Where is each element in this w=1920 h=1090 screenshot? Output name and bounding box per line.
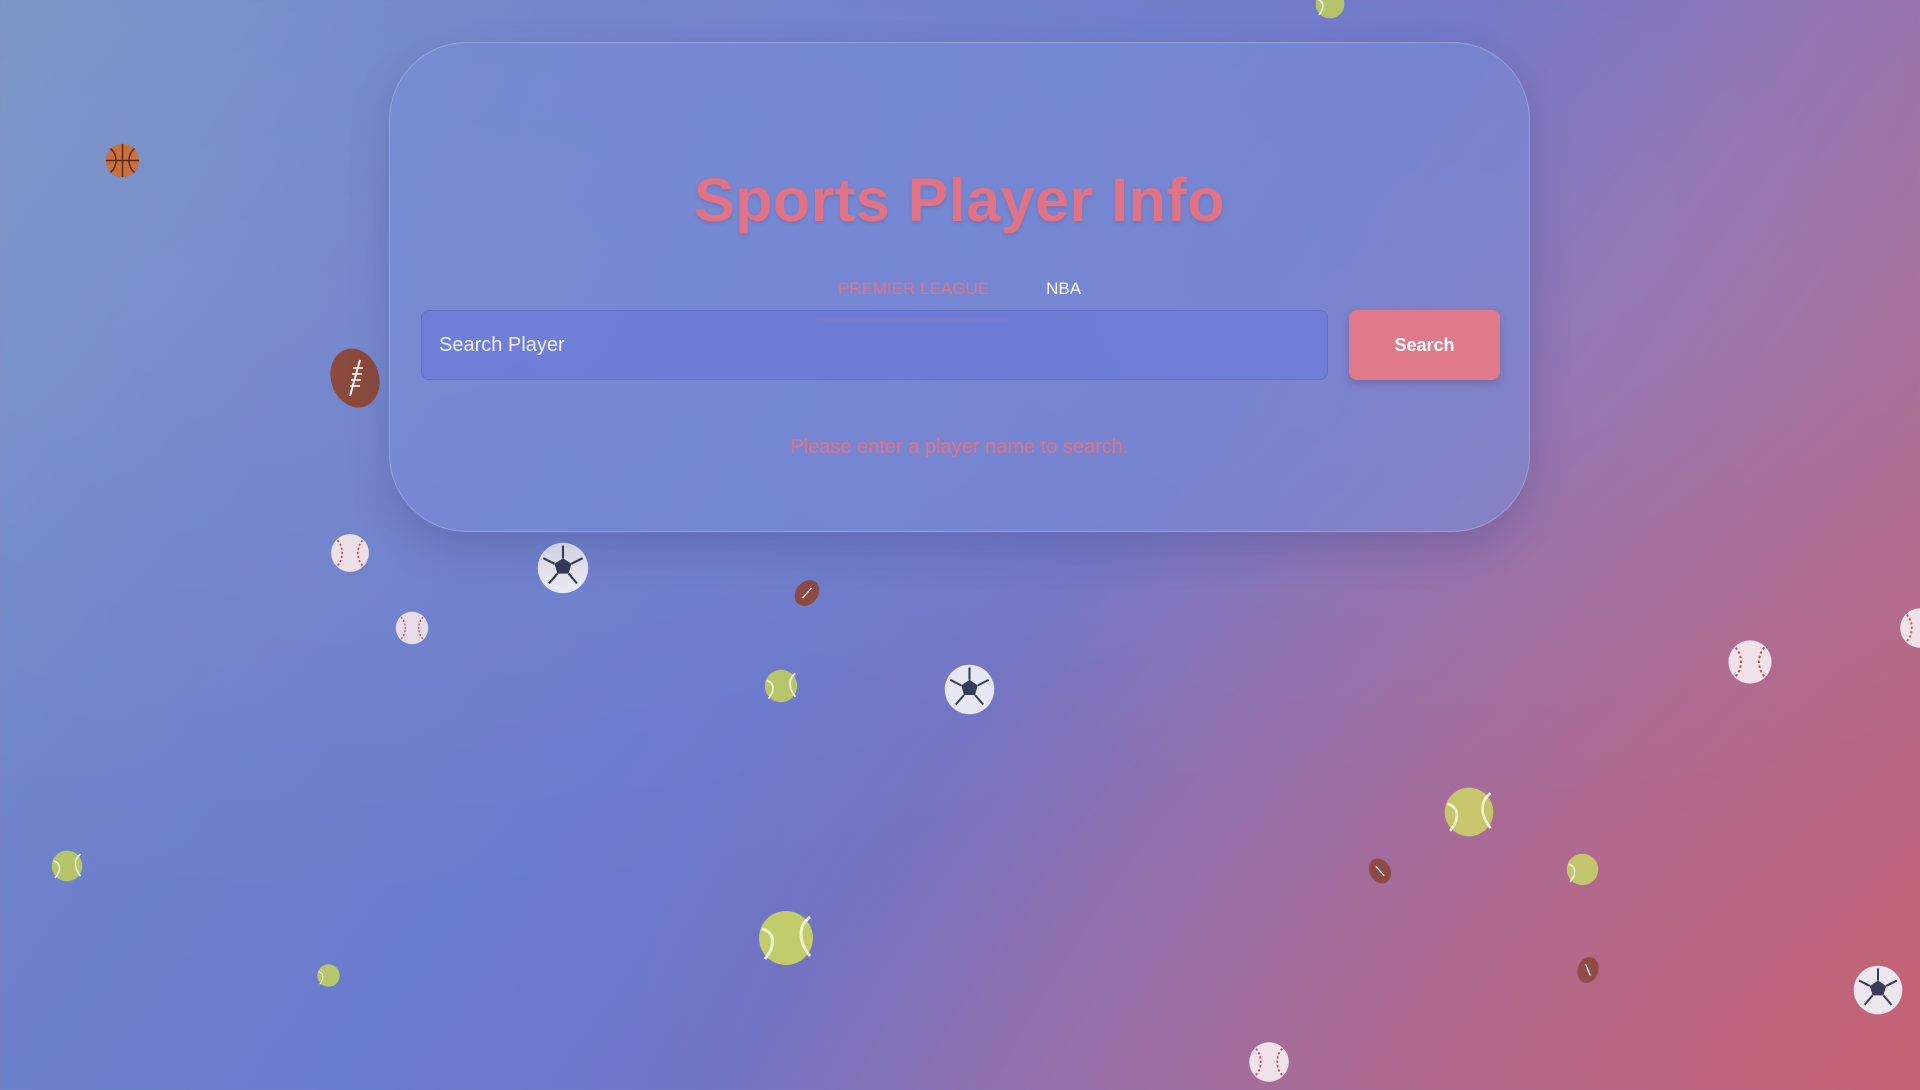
tennis-ball-icon xyxy=(50,849,84,883)
soccer-ball-icon xyxy=(942,662,997,717)
american-football-icon xyxy=(1365,856,1395,886)
search-card: Sports Player Info PREMIER LEAGUE NBA Se… xyxy=(389,42,1530,532)
american-football-icon xyxy=(328,346,382,410)
baseball-icon xyxy=(394,610,430,646)
baseball-icon xyxy=(1726,638,1774,686)
tennis-ball-icon xyxy=(1565,852,1600,887)
baseball-icon xyxy=(1247,1040,1291,1084)
status-message: Please enter a player name to search. xyxy=(790,436,1129,458)
baseball-icon xyxy=(1898,600,1920,656)
search-input[interactable] xyxy=(421,310,1328,380)
american-football-icon xyxy=(791,577,823,609)
soccer-ball-icon xyxy=(1851,963,1905,1017)
tennis-ball-icon xyxy=(756,908,816,968)
page-title: Sports Player Info xyxy=(693,166,1225,234)
tennis-ball-icon xyxy=(316,963,341,988)
search-button[interactable]: Search xyxy=(1349,310,1500,380)
tennis-ball-icon xyxy=(1314,0,1346,20)
tennis-ball-icon xyxy=(1442,785,1496,839)
baseball-icon xyxy=(329,532,371,574)
american-football-icon xyxy=(1574,955,1602,985)
basketball-icon xyxy=(104,142,141,179)
tennis-ball-icon xyxy=(763,668,799,704)
soccer-ball-icon xyxy=(535,540,591,596)
